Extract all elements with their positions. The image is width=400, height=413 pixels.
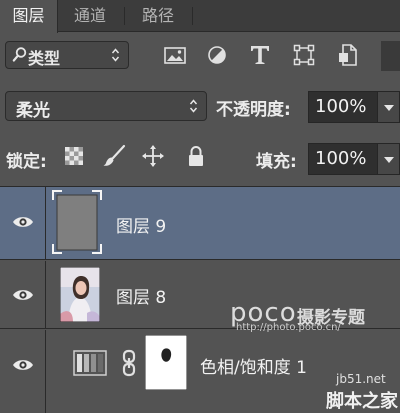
chevron-up-down-icon <box>111 48 120 62</box>
chevron-up-down-icon <box>189 99 198 113</box>
opacity-dropdown-button[interactable] <box>378 91 400 123</box>
blend-mode-select[interactable]: 柔光 <box>5 91 207 121</box>
layer-visibility-toggle[interactable] <box>0 261 46 328</box>
tab-layers[interactable]: 图层 <box>0 0 58 33</box>
fill-input[interactable]: 100% <box>308 143 378 175</box>
link-icon[interactable] <box>121 349 137 377</box>
tab-divider <box>124 7 125 25</box>
eye-icon <box>13 217 33 227</box>
layer-name: 图层 9 <box>116 217 167 237</box>
fill-label: 填充: <box>256 152 297 172</box>
jb51-watermark-url: jb51.net <box>336 372 386 386</box>
lock-image-pixels-icon[interactable] <box>102 144 126 168</box>
hue-saturation-adjustment-icon <box>73 350 107 376</box>
search-icon <box>12 47 27 62</box>
filter-toggle[interactable] <box>381 41 400 71</box>
opacity-label: 不透明度: <box>216 100 291 120</box>
layer-name: 图层 8 <box>116 288 167 308</box>
shape-filter-icon[interactable] <box>289 40 319 70</box>
tab-divider <box>192 7 193 25</box>
lock-position-icon[interactable] <box>141 144 165 168</box>
lock-transparent-pixels-icon[interactable] <box>62 144 86 168</box>
lock-label: 锁定: <box>6 152 47 172</box>
layer-mask-thumbnail[interactable] <box>145 335 187 390</box>
layer-row[interactable]: 图层 9 <box>0 187 400 260</box>
filter-kind-select[interactable]: 类型 <box>5 41 129 69</box>
panel-tab-bar: 图层 通道 路径 <box>0 0 400 33</box>
fill-dropdown-button[interactable] <box>378 143 400 175</box>
smart-object-filter-icon[interactable] <box>333 40 363 70</box>
layer-visibility-toggle[interactable] <box>0 330 46 413</box>
layer-thumbnail-photo <box>60 267 100 322</box>
type-filter-icon[interactable] <box>245 40 275 70</box>
adjustment-filter-icon[interactable] <box>202 40 232 70</box>
eye-icon <box>13 290 33 300</box>
tab-paths[interactable]: 路径 <box>128 0 188 32</box>
filter-kind-label: 类型 <box>28 49 61 68</box>
jb51-watermark-name: 脚本之家 <box>326 391 398 412</box>
image-filter-icon[interactable] <box>160 40 190 70</box>
layer-thumbnail <box>52 190 102 254</box>
layer-visibility-toggle[interactable] <box>0 187 46 259</box>
blend-mode-label: 柔光 <box>16 101 50 121</box>
layer-name: 色相/饱和度 1 <box>200 358 307 378</box>
tab-channels[interactable]: 通道 <box>60 0 120 32</box>
poco-watermark-url: http://photo.poco.cn/ <box>236 322 341 333</box>
eye-icon <box>13 360 33 370</box>
opacity-input[interactable]: 100% <box>308 91 378 123</box>
chevron-down-icon <box>384 157 394 163</box>
lock-all-icon[interactable] <box>184 144 208 168</box>
chevron-down-icon <box>384 105 394 111</box>
